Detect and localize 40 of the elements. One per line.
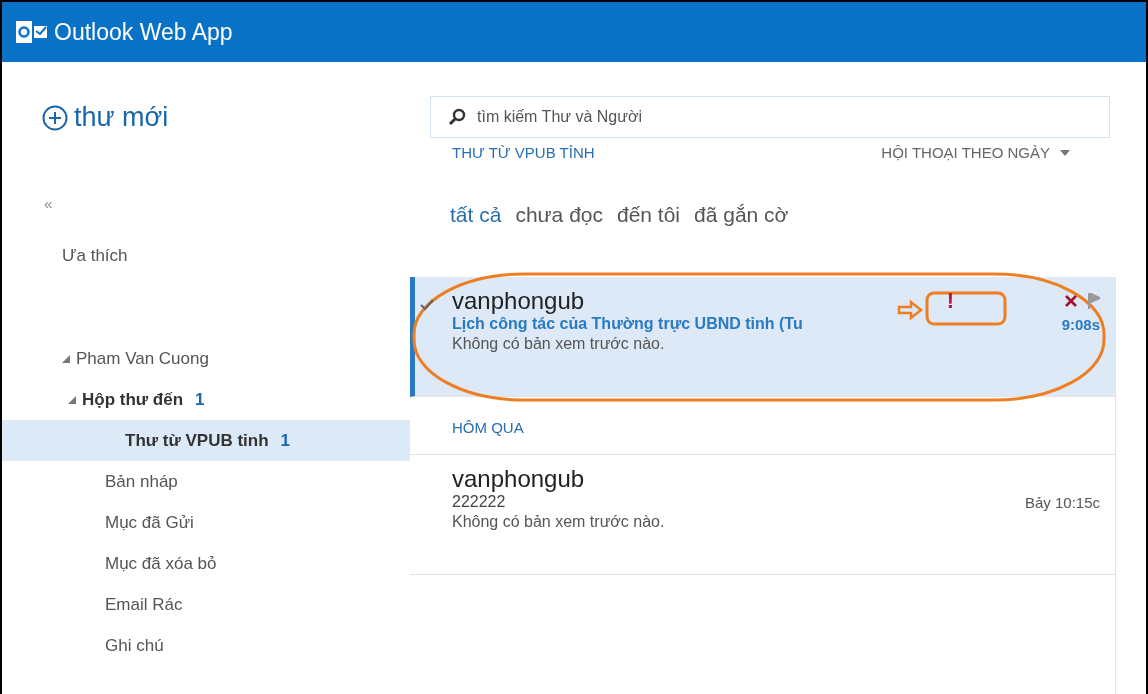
collapse-button[interactable]: « [44,195,53,212]
folder-item[interactable]: Hộp thư đến 1 [2,379,410,420]
plus-icon [42,104,68,131]
sender-name: vanphongub [452,287,585,315]
sender-name: vanphongub [452,465,585,493]
folder-item[interactable]: Bản nháp [2,461,410,502]
logo-icon [16,19,48,45]
folder-item[interactable]: Mục đã Gửi [2,502,410,543]
filter-tab[interactable]: tất cả [450,203,502,227]
check-icon[interactable] [420,299,434,311]
search-icon [448,108,466,126]
annotation-arrow [897,299,923,321]
favorites-header[interactable]: Ưa thích [62,246,128,266]
delete-icon[interactable] [1064,294,1078,308]
sort-dropdown[interactable]: HỘI THOẠI THEO NGÀY [881,144,1070,161]
expanded-triangle-icon[interactable] [62,354,70,363]
message-subject: 222222 [452,493,506,511]
message-time: Bảy 10:15c [1024,493,1100,511]
new-mail-button[interactable]: thư mới [42,102,169,133]
app-title: Outlook Web App [54,18,233,46]
message-preview: Không có bản xem trước nào. [452,335,666,353]
importance-mark: ! [946,288,954,314]
search-field[interactable]: tìm kiếm Thư và Người [430,96,1110,138]
message-subject: Lịch công tác của Thường trực UBND tỉnh (Tu [452,315,803,333]
folder-title: THƯ TỪ VPUB TỈNH [452,144,595,161]
folder-item[interactable]: Email Rác [2,584,410,625]
message-time: 9:08s [1061,315,1100,333]
folder-item[interactable]: Pham Van Cuong [2,338,410,379]
message-item[interactable]: vanphongub 222222 Bảy 10:15c Không có bản xem trước nào. [410,455,1115,575]
flag-icon[interactable] [1088,293,1100,309]
expanded-triangle-icon[interactable] [68,395,76,404]
folder-item[interactable]: Ghi chú [2,625,410,666]
filter-tab[interactable]: đến tôi [617,203,681,227]
folder-item[interactable]: Mục đã xóa bỏ [2,543,410,584]
message-preview: Không có bản xem trước nào. [452,513,666,531]
group-header: HÔM QUA [452,419,524,436]
caret-icon [1060,149,1070,156]
folder-item[interactable]: Thư từ VPUB tỉnh 1 [2,420,410,461]
filter-tab[interactable]: đã gắn cờ [694,203,789,227]
filter-tab[interactable]: chưa đọc [515,203,603,227]
